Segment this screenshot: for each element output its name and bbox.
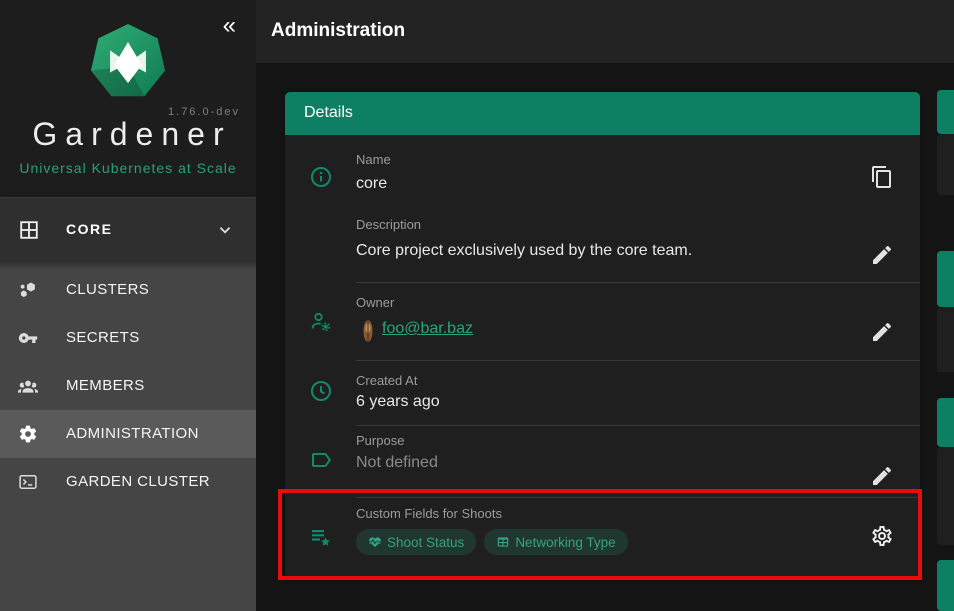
edit-owner-icon[interactable] (870, 320, 894, 344)
sidebar-menu: CLUSTERS SECRETS MEMBERS ADMINISTRATION (0, 261, 256, 611)
description-value: Core project exclusively used by the cor… (356, 242, 692, 260)
app-bar: Administration (256, 0, 954, 63)
chip-label: Shoot Status (387, 535, 464, 550)
playlist-star-icon (309, 525, 333, 549)
account-group-icon (18, 376, 38, 396)
console-icon (18, 472, 38, 492)
sidebar-section-label: CORE (66, 221, 112, 237)
sidebar-item-administration[interactable]: ADMINISTRATION (0, 410, 256, 458)
chip-shoot-status: Shoot Status (356, 529, 476, 555)
owner-label: Owner (356, 295, 394, 310)
custom-fields-chips: Shoot Status Networking Type (356, 529, 628, 555)
divider (356, 360, 920, 361)
product-name: Gardener (0, 116, 256, 153)
created-at-value: 6 years ago (356, 393, 440, 411)
key-icon (18, 328, 38, 348)
sidebar-item-label: GARDEN CLUSTER (66, 473, 210, 490)
created-at-label: Created At (356, 373, 417, 388)
grid-icon (18, 219, 40, 241)
sidebar: « 1.76.0-dev Gardener Universal Kubernet… (0, 0, 256, 611)
partial-card-body (937, 134, 954, 195)
clock-icon (309, 379, 333, 403)
divider (356, 282, 920, 283)
sidebar-item-clusters[interactable]: CLUSTERS (0, 266, 256, 314)
sidebar-section-core[interactable]: CORE (0, 197, 256, 262)
info-icon (309, 165, 333, 189)
copy-icon[interactable] (870, 165, 894, 189)
chevron-down-icon[interactable] (214, 219, 236, 241)
details-card-title: Details (304, 104, 353, 122)
chip-networking-type: Networking Type (484, 529, 627, 555)
details-card: Details Name core Description Core proje… (285, 92, 920, 578)
product-tagline: Universal Kubernetes at Scale (0, 160, 256, 176)
purpose-label: Purpose (356, 433, 404, 448)
collapse-sidebar-button[interactable]: « (223, 14, 236, 38)
name-value: core (356, 175, 387, 193)
chip-label: Networking Type (515, 535, 615, 550)
details-card-header: Details (285, 92, 920, 135)
description-label: Description (356, 217, 421, 232)
sidebar-item-label: MEMBERS (66, 377, 145, 394)
partial-card-header (937, 398, 954, 447)
sidebar-item-label: CLUSTERS (66, 281, 149, 298)
divider (356, 497, 920, 498)
partial-card-header (937, 560, 954, 611)
sidebar-item-garden-cluster[interactable]: GARDEN CLUSTER (0, 458, 256, 506)
gardener-dashboard: « 1.76.0-dev Gardener Universal Kubernet… (0, 0, 954, 611)
gardener-logo (90, 24, 166, 100)
sidebar-item-secrets[interactable]: SECRETS (0, 314, 256, 362)
page-title: Administration (271, 20, 405, 42)
account-cog-icon (309, 310, 333, 334)
label-icon (309, 448, 333, 472)
cog-icon (18, 424, 38, 444)
owner-avatar (361, 318, 375, 344)
owner-email-link[interactable]: foo@bar.baz (382, 320, 473, 338)
edit-description-icon[interactable] (870, 243, 894, 267)
sidebar-item-label: SECRETS (66, 329, 140, 346)
sidebar-item-members[interactable]: MEMBERS (0, 362, 256, 410)
table-icon (496, 535, 510, 549)
purpose-value: Not defined (356, 454, 438, 472)
sidebar-item-label: ADMINISTRATION (66, 425, 199, 442)
partial-card-body (937, 307, 954, 372)
hexagon-cluster-icon (18, 280, 38, 300)
name-label: Name (356, 152, 391, 167)
partial-card-body (937, 447, 954, 545)
partial-card-header (937, 251, 954, 307)
custom-fields-label: Custom Fields for Shoots (356, 506, 502, 521)
heart-pulse-icon (368, 535, 382, 549)
main-content: Details Name core Description Core proje… (256, 63, 954, 611)
divider (356, 425, 920, 426)
edit-purpose-icon[interactable] (870, 464, 894, 488)
configure-custom-fields-gear-icon[interactable] (870, 524, 894, 548)
partial-card-header (937, 90, 954, 134)
